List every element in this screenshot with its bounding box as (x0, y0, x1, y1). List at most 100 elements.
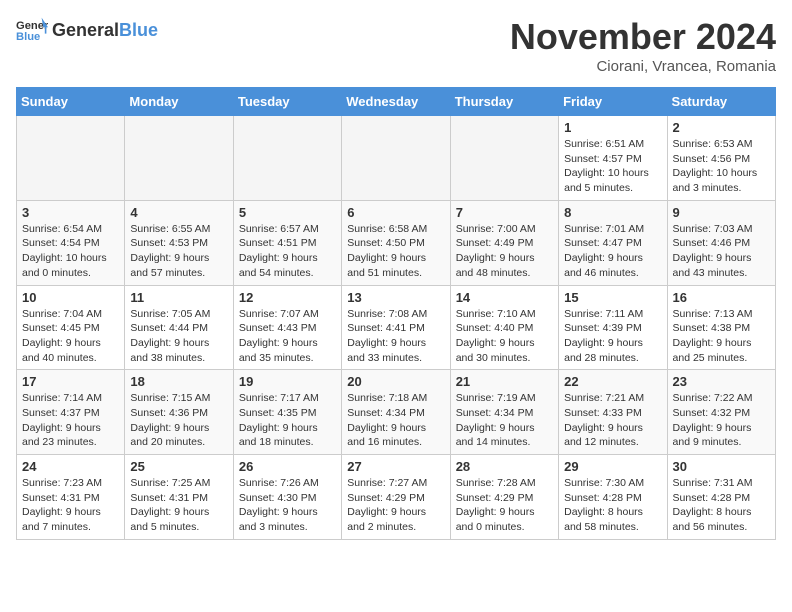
day-info: Sunrise: 7:15 AMSunset: 4:36 PMDaylight:… (130, 391, 227, 450)
day-info: Sunrise: 7:00 AMSunset: 4:49 PMDaylight:… (456, 222, 553, 281)
day-number: 16 (673, 290, 770, 305)
logo-general: General (52, 20, 119, 41)
day-info: Sunrise: 6:55 AMSunset: 4:53 PMDaylight:… (130, 222, 227, 281)
weekday-header-wednesday: Wednesday (342, 88, 450, 116)
weekday-header-monday: Monday (125, 88, 233, 116)
day-number: 17 (22, 374, 119, 389)
day-info: Sunrise: 7:28 AMSunset: 4:29 PMDaylight:… (456, 476, 553, 535)
calendar-cell: 26Sunrise: 7:26 AMSunset: 4:30 PMDayligh… (233, 455, 341, 540)
day-number: 21 (456, 374, 553, 389)
day-number: 14 (456, 290, 553, 305)
day-number: 28 (456, 459, 553, 474)
day-number: 23 (673, 374, 770, 389)
logo-icon: General Blue (16, 16, 48, 44)
calendar-week-4: 17 Sunrise: 7:14 AMSunset: 4:37 PMDayligh… (17, 370, 776, 455)
day-info: Sunrise: 7:13 AMSunset: 4:38 PMDaylight:… (673, 307, 770, 366)
month-title: November 2024 (510, 16, 776, 58)
day-number: 20 (347, 374, 444, 389)
calendar-cell: 11Sunrise: 7:05 AMSunset: 4:44 PMDayligh… (125, 285, 233, 370)
calendar-cell: 18 Sunrise: 7:15 AMSunset: 4:36 PMDayligh… (125, 370, 233, 455)
calendar-cell: 7 Sunrise: 7:00 AMSunset: 4:49 PMDaylight… (450, 200, 558, 285)
day-info: Sunrise: 7:08 AMSunset: 4:41 PMDaylight:… (347, 307, 444, 366)
calendar-week-5: 24 Sunrise: 7:23 AMSunset: 4:31 PMDayligh… (17, 455, 776, 540)
header: General Blue General Blue November 2024 … (16, 16, 776, 75)
day-info: Sunrise: 7:27 AMSunset: 4:29 PMDaylight:… (347, 476, 444, 535)
day-info: Sunrise: 7:30 AMSunset: 4:28 PMDaylight:… (564, 476, 661, 535)
day-info: Sunrise: 6:58 AMSunset: 4:50 PMDaylight:… (347, 222, 444, 281)
day-info: Sunrise: 6:51 AMSunset: 4:57 PMDaylight:… (564, 137, 661, 196)
calendar-cell: 21 Sunrise: 7:19 AMSunset: 4:34 PMDayligh… (450, 370, 558, 455)
day-number: 30 (673, 459, 770, 474)
day-number: 8 (564, 205, 661, 220)
day-number: 12 (239, 290, 336, 305)
calendar-week-2: 3 Sunrise: 6:54 AMSunset: 4:54 PMDaylight… (17, 200, 776, 285)
calendar-cell: 17 Sunrise: 7:14 AMSunset: 4:37 PMDayligh… (17, 370, 125, 455)
calendar-week-1: 1 Sunrise: 6:51 AMSunset: 4:57 PMDaylight… (17, 116, 776, 201)
calendar-cell: 24 Sunrise: 7:23 AMSunset: 4:31 PMDayligh… (17, 455, 125, 540)
day-number: 1 (564, 120, 661, 135)
calendar-cell: 30 Sunrise: 7:31 AMSunset: 4:28 PMDayligh… (667, 455, 775, 540)
day-number: 29 (564, 459, 661, 474)
calendar-cell: 23 Sunrise: 7:22 AMSunset: 4:32 PMDayligh… (667, 370, 775, 455)
day-number: 2 (673, 120, 770, 135)
day-info: Sunrise: 7:07 AMSunset: 4:43 PMDaylight:… (239, 307, 336, 366)
day-number: 7 (456, 205, 553, 220)
day-info: Sunrise: 7:25 AMSunset: 4:31 PMDaylight:… (130, 476, 227, 535)
day-number: 24 (22, 459, 119, 474)
calendar-cell (342, 116, 450, 201)
day-info: Sunrise: 7:10 AMSunset: 4:40 PMDaylight:… (456, 307, 553, 366)
calendar-cell: 8 Sunrise: 7:01 AMSunset: 4:47 PMDaylight… (559, 200, 667, 285)
weekday-header-sunday: Sunday (17, 88, 125, 116)
calendar-cell: 1 Sunrise: 6:51 AMSunset: 4:57 PMDaylight… (559, 116, 667, 201)
day-info: Sunrise: 7:04 AMSunset: 4:45 PMDaylight:… (22, 307, 119, 366)
calendar-cell: 9Sunrise: 7:03 AMSunset: 4:46 PMDaylight… (667, 200, 775, 285)
calendar-cell (233, 116, 341, 201)
weekday-header-tuesday: Tuesday (233, 88, 341, 116)
day-info: Sunrise: 7:31 AMSunset: 4:28 PMDaylight:… (673, 476, 770, 535)
day-number: 4 (130, 205, 227, 220)
day-info: Sunrise: 7:23 AMSunset: 4:31 PMDaylight:… (22, 476, 119, 535)
logo: General Blue General Blue (16, 16, 158, 44)
day-info: Sunrise: 6:53 AMSunset: 4:56 PMDaylight:… (673, 137, 770, 196)
calendar-cell: 29 Sunrise: 7:30 AMSunset: 4:28 PMDayligh… (559, 455, 667, 540)
calendar-cell: 16 Sunrise: 7:13 AMSunset: 4:38 PMDayligh… (667, 285, 775, 370)
calendar-cell: 2 Sunrise: 6:53 AMSunset: 4:56 PMDaylight… (667, 116, 775, 201)
day-info: Sunrise: 7:21 AMSunset: 4:33 PMDaylight:… (564, 391, 661, 450)
day-info: Sunrise: 7:01 AMSunset: 4:47 PMDaylight:… (564, 222, 661, 281)
calendar-cell: 13 Sunrise: 7:08 AMSunset: 4:41 PMDayligh… (342, 285, 450, 370)
calendar-cell (450, 116, 558, 201)
day-number: 13 (347, 290, 444, 305)
weekday-header-friday: Friday (559, 88, 667, 116)
calendar-table: SundayMondayTuesdayWednesdayThursdayFrid… (16, 87, 776, 540)
day-info: Sunrise: 7:03 AMSunset: 4:46 PMDaylight:… (673, 222, 770, 281)
day-number: 3 (22, 205, 119, 220)
calendar-week-3: 10 Sunrise: 7:04 AMSunset: 4:45 PMDayligh… (17, 285, 776, 370)
calendar-cell: 4 Sunrise: 6:55 AMSunset: 4:53 PMDaylight… (125, 200, 233, 285)
day-number: 5 (239, 205, 336, 220)
day-number: 19 (239, 374, 336, 389)
calendar-cell: 28 Sunrise: 7:28 AMSunset: 4:29 PMDayligh… (450, 455, 558, 540)
calendar-cell: 3 Sunrise: 6:54 AMSunset: 4:54 PMDaylight… (17, 200, 125, 285)
weekday-header-saturday: Saturday (667, 88, 775, 116)
day-info: Sunrise: 7:19 AMSunset: 4:34 PMDaylight:… (456, 391, 553, 450)
day-number: 27 (347, 459, 444, 474)
day-info: Sunrise: 7:14 AMSunset: 4:37 PMDaylight:… (22, 391, 119, 450)
calendar-cell: 5 Sunrise: 6:57 AMSunset: 4:51 PMDaylight… (233, 200, 341, 285)
svg-text:Blue: Blue (16, 31, 40, 43)
calendar-cell: 15Sunrise: 7:11 AMSunset: 4:39 PMDayligh… (559, 285, 667, 370)
day-number: 10 (22, 290, 119, 305)
day-info: Sunrise: 6:54 AMSunset: 4:54 PMDaylight:… (22, 222, 119, 281)
calendar-cell: 25 Sunrise: 7:25 AMSunset: 4:31 PMDayligh… (125, 455, 233, 540)
day-info: Sunrise: 7:11 AMSunset: 4:39 PMDaylight:… (564, 307, 661, 366)
day-info: Sunrise: 7:26 AMSunset: 4:30 PMDaylight:… (239, 476, 336, 535)
day-number: 18 (130, 374, 227, 389)
day-info: Sunrise: 7:22 AMSunset: 4:32 PMDaylight:… (673, 391, 770, 450)
day-number: 25 (130, 459, 227, 474)
calendar-cell: 10 Sunrise: 7:04 AMSunset: 4:45 PMDayligh… (17, 285, 125, 370)
calendar-cell: 22 Sunrise: 7:21 AMSunset: 4:33 PMDayligh… (559, 370, 667, 455)
day-number: 11 (130, 290, 227, 305)
day-number: 22 (564, 374, 661, 389)
day-info: Sunrise: 7:17 AMSunset: 4:35 PMDaylight:… (239, 391, 336, 450)
title-area: November 2024 Ciorani, Vrancea, Romania (510, 16, 776, 75)
day-info: Sunrise: 6:57 AMSunset: 4:51 PMDaylight:… (239, 222, 336, 281)
